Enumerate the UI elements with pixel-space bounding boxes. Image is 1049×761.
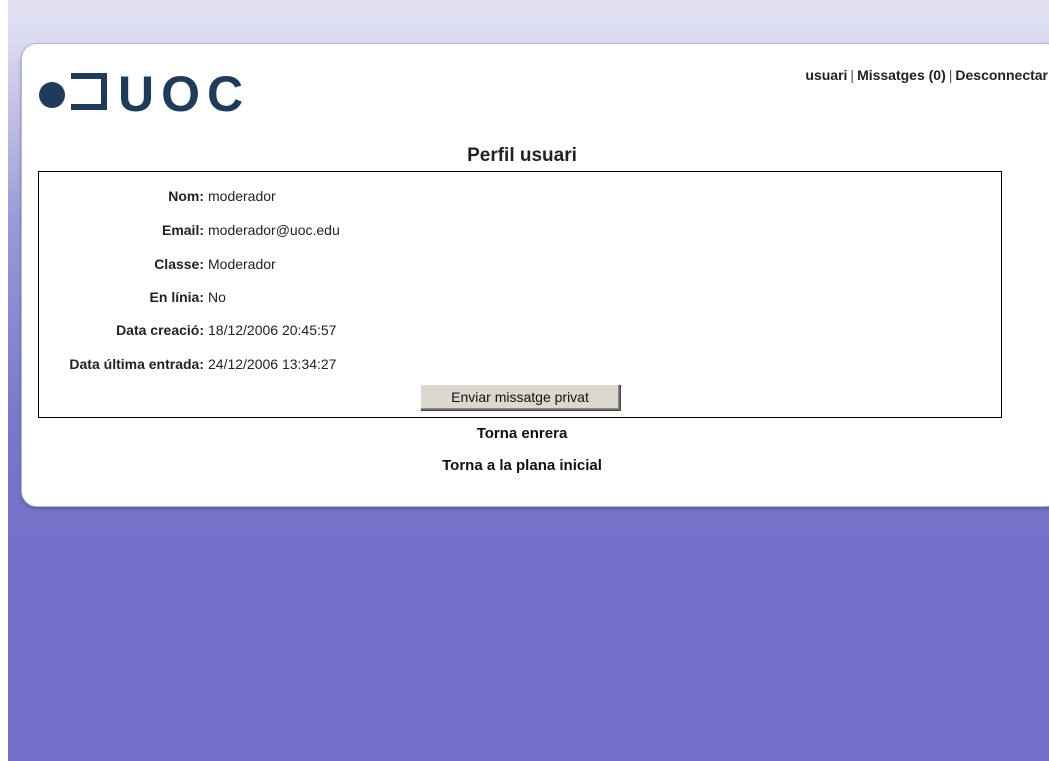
uoc-logo-graphic: UOC <box>39 66 250 120</box>
field-label: En línia: <box>149 289 204 305</box>
field-value: Moderador <box>208 256 276 272</box>
field-label: Data última entrada: <box>69 356 204 372</box>
nav-separator: | <box>850 67 855 83</box>
home-link-row: Torna a la plana inicial <box>22 457 1022 474</box>
home-link[interactable]: Torna a la plana inicial <box>442 457 602 474</box>
field-value: No <box>208 289 226 305</box>
field-value: 24/12/2006 13:34:27 <box>208 356 337 372</box>
uoc-logo[interactable]: UOC <box>38 60 278 120</box>
field-row-email: Email: moderador@uoc.edu <box>39 220 340 240</box>
main-card: UOC usuari | Missatges (0) | Desconnectar Pe… <box>21 43 1049 507</box>
messages-link[interactable]: Missatges (0) <box>857 67 946 83</box>
field-row-online: En línia: No <box>39 287 226 307</box>
logout-link[interactable]: Desconnectar <box>955 67 1048 83</box>
field-label: Data creació: <box>116 322 204 338</box>
user-nav: usuari | Missatges (0) | Desconnectar <box>805 67 1048 83</box>
nav-separator: | <box>948 67 953 83</box>
window-left-edge <box>0 0 8 761</box>
field-row-last-login: Data última entrada: 24/12/2006 13:34:27 <box>39 354 336 374</box>
page-title: Perfil usuari <box>467 145 577 166</box>
logo-text: UOC <box>118 66 250 120</box>
field-value: moderador <box>208 188 276 204</box>
field-row-created: Data creació: 18/12/2006 20:45:57 <box>39 320 336 340</box>
field-row-class: Classe: Moderador <box>39 254 276 274</box>
send-private-message-button[interactable]: Enviar missatge privat <box>420 384 620 410</box>
field-label: Nom: <box>168 188 204 204</box>
field-label: Email: <box>161 222 204 238</box>
profile-panel: Nom: moderador Email: moderador@uoc.edu … <box>38 171 1002 418</box>
user-link[interactable]: usuari <box>805 67 847 83</box>
back-link[interactable]: Torna enrera <box>477 425 568 442</box>
field-label: Classe: <box>154 256 204 272</box>
field-row-name: Nom: moderador <box>39 186 276 206</box>
field-value: moderador@uoc.edu <box>208 222 340 238</box>
back-link-row: Torna enrera <box>22 425 1022 442</box>
field-value: 18/12/2006 20:45:57 <box>208 322 337 338</box>
